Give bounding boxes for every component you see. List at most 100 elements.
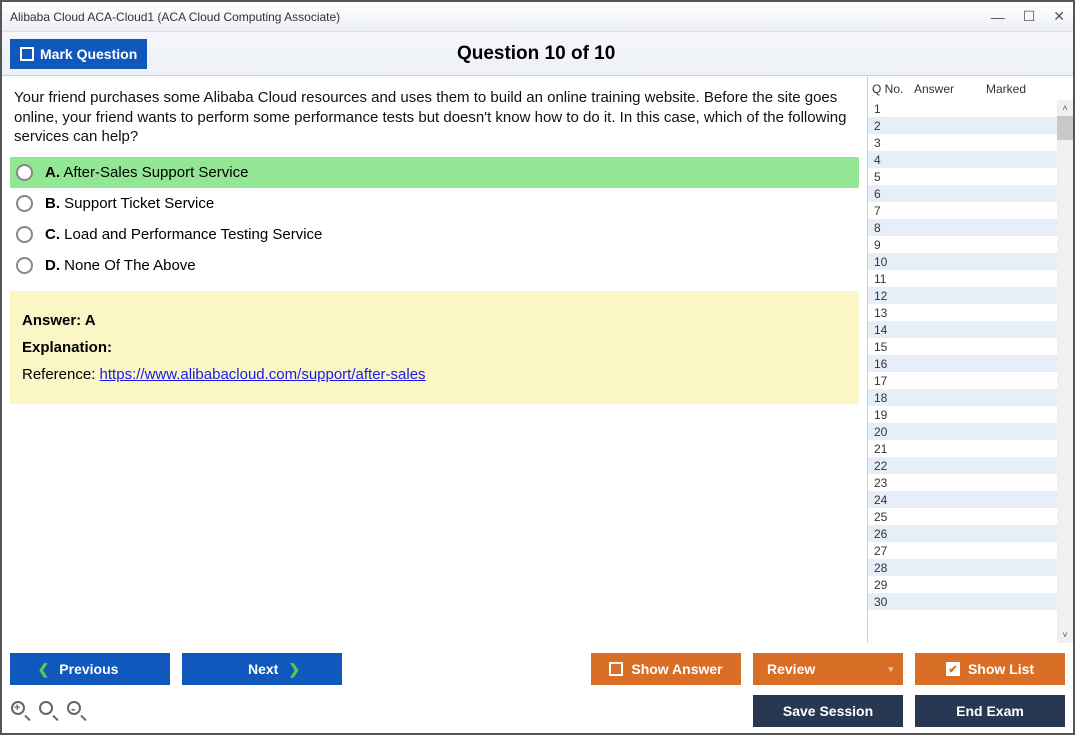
row-qno: 23 [868, 476, 910, 490]
next-button[interactable]: Next ❯ [182, 653, 342, 685]
option-label: C. Load and Performance Testing Service [45, 226, 322, 243]
option-label: D. None Of The Above [45, 257, 196, 274]
save-session-label: Save Session [783, 703, 873, 719]
row-qno: 18 [868, 391, 910, 405]
sidebar: Q No. Answer Marked 12345678910111213141… [867, 76, 1073, 643]
sidebar-body[interactable]: 1234567891011121314151617181920212223242… [868, 100, 1073, 643]
row-qno: 16 [868, 357, 910, 371]
question-row[interactable]: 6 [868, 185, 1073, 202]
question-row[interactable]: 13 [868, 304, 1073, 321]
answer-option[interactable]: D. None Of The Above [10, 250, 859, 281]
content-pane: Your friend purchases some Alibaba Cloud… [2, 76, 867, 643]
question-row[interactable]: 26 [868, 525, 1073, 542]
question-row[interactable]: 9 [868, 236, 1073, 253]
question-row[interactable]: 18 [868, 389, 1073, 406]
checkbox-icon [20, 47, 34, 61]
window-controls: — ☐ ✕ [991, 8, 1065, 25]
main: Your friend purchases some Alibaba Cloud… [2, 76, 1073, 643]
question-row[interactable]: 19 [868, 406, 1073, 423]
review-label: Review [767, 661, 815, 677]
scrollbar[interactable]: ˄ ˅ [1057, 100, 1073, 643]
row-qno: 27 [868, 544, 910, 558]
answer-box: Answer: A Explanation: Reference: https:… [10, 291, 859, 404]
row-qno: 8 [868, 221, 910, 235]
maximize-icon[interactable]: ☐ [1023, 8, 1036, 25]
question-row[interactable]: 17 [868, 372, 1073, 389]
question-row[interactable]: 27 [868, 542, 1073, 559]
zoom-in-icon[interactable]: + [10, 700, 32, 722]
option-label: A. After-Sales Support Service [45, 164, 248, 181]
scroll-down-icon[interactable]: ˅ [1057, 627, 1073, 643]
question-text: Your friend purchases some Alibaba Cloud… [10, 84, 859, 157]
row-qno: 21 [868, 442, 910, 456]
show-list-label: Show List [968, 661, 1034, 677]
mark-question-button[interactable]: Mark Question [10, 39, 147, 69]
question-counter: Question 10 of 10 [147, 43, 925, 65]
answer-option[interactable]: B. Support Ticket Service [10, 188, 859, 219]
question-row[interactable]: 14 [868, 321, 1073, 338]
footer: ❮ Previous Next ❯ Show Answer Review ▾ ✔… [2, 643, 1073, 733]
question-row[interactable]: 1 [868, 100, 1073, 117]
row-qno: 13 [868, 306, 910, 320]
question-row[interactable]: 8 [868, 219, 1073, 236]
show-list-button[interactable]: ✔ Show List [915, 653, 1065, 685]
zoom-controls: + - [10, 700, 88, 722]
review-dropdown[interactable]: Review ▾ [753, 653, 903, 685]
previous-button[interactable]: ❮ Previous [10, 653, 170, 685]
close-icon[interactable]: ✕ [1053, 8, 1065, 25]
row-qno: 29 [868, 578, 910, 592]
footer-row-1: ❮ Previous Next ❯ Show Answer Review ▾ ✔… [10, 653, 1065, 685]
show-answer-button[interactable]: Show Answer [591, 653, 741, 685]
col-answer: Answer [914, 82, 986, 96]
save-session-button[interactable]: Save Session [753, 695, 903, 727]
question-row[interactable]: 30 [868, 593, 1073, 610]
question-row[interactable]: 15 [868, 338, 1073, 355]
end-exam-button[interactable]: End Exam [915, 695, 1065, 727]
previous-label: Previous [59, 661, 118, 677]
question-row[interactable]: 21 [868, 440, 1073, 457]
question-row[interactable]: 22 [868, 457, 1073, 474]
question-row[interactable]: 4 [868, 151, 1073, 168]
answer-option[interactable]: A. After-Sales Support Service [10, 157, 859, 188]
question-row[interactable]: 28 [868, 559, 1073, 576]
footer-row-2: + - Save Session End Exam [10, 695, 1065, 727]
question-row[interactable]: 10 [868, 253, 1073, 270]
question-row[interactable]: 29 [868, 576, 1073, 593]
next-label: Next [248, 661, 278, 677]
answer-option[interactable]: C. Load and Performance Testing Service [10, 219, 859, 250]
row-qno: 20 [868, 425, 910, 439]
radio-icon [16, 226, 33, 243]
question-row[interactable]: 25 [868, 508, 1073, 525]
question-row[interactable]: 2 [868, 117, 1073, 134]
radio-icon [16, 164, 33, 181]
mark-question-label: Mark Question [40, 46, 137, 62]
zoom-reset-icon[interactable] [38, 700, 60, 722]
question-row[interactable]: 11 [868, 270, 1073, 287]
question-row[interactable]: 7 [868, 202, 1073, 219]
reference-line: Reference: https://www.alibabacloud.com/… [22, 361, 847, 388]
question-row[interactable]: 16 [868, 355, 1073, 372]
zoom-out-icon[interactable]: - [66, 700, 88, 722]
checkbox-checked-icon: ✔ [946, 662, 960, 676]
radio-icon [16, 257, 33, 274]
scroll-thumb[interactable] [1057, 116, 1073, 140]
row-qno: 14 [868, 323, 910, 337]
question-row[interactable]: 3 [868, 134, 1073, 151]
scroll-up-icon[interactable]: ˄ [1057, 100, 1073, 116]
question-row[interactable]: 20 [868, 423, 1073, 440]
app-window: Alibaba Cloud ACA-Cloud1 (ACA Cloud Comp… [0, 0, 1075, 735]
end-exam-label: End Exam [956, 703, 1024, 719]
question-row[interactable]: 12 [868, 287, 1073, 304]
row-qno: 30 [868, 595, 910, 609]
question-row[interactable]: 23 [868, 474, 1073, 491]
question-row[interactable]: 24 [868, 491, 1073, 508]
question-row[interactable]: 5 [868, 168, 1073, 185]
row-qno: 17 [868, 374, 910, 388]
toolbar: Mark Question Question 10 of 10 [2, 32, 1073, 76]
row-qno: 7 [868, 204, 910, 218]
radio-icon [16, 195, 33, 212]
chevron-left-icon: ❮ [38, 661, 50, 678]
reference-link[interactable]: https://www.alibabacloud.com/support/aft… [100, 366, 426, 383]
row-qno: 3 [868, 136, 910, 150]
minimize-icon[interactable]: — [991, 9, 1005, 25]
